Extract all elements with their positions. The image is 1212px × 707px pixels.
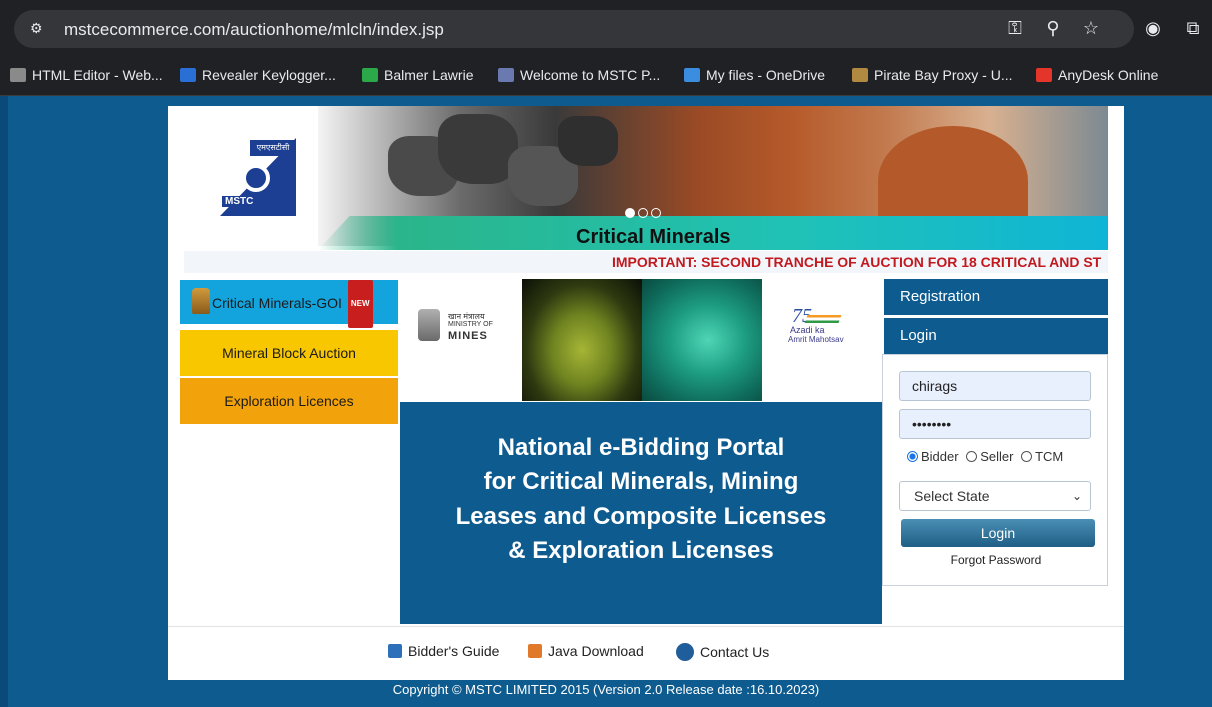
banner-title: Critical Minerals — [576, 226, 731, 248]
extensions-puzzle-icon[interactable]: ⧉ — [1182, 18, 1204, 39]
login-header[interactable]: Login — [884, 318, 1108, 354]
logo-text: MSTC — [222, 196, 257, 207]
menu-exploration-licences[interactable]: Exploration Licences — [180, 378, 398, 424]
zoom-icon[interactable]: ⚲ — [1042, 18, 1064, 39]
portal-title-panel: National e-Bidding Portal for Critical M… — [400, 402, 882, 624]
role-label: Bidder — [921, 449, 959, 464]
role-label: Seller — [980, 449, 1014, 464]
bookmarks-bar: HTML Editor - Web... Revealer Keylogger.… — [0, 56, 1212, 96]
rock-shape — [438, 114, 518, 184]
radio-seller[interactable] — [966, 451, 978, 462]
bookmark-balmer-lawrie[interactable]: Balmer Lawrie — [362, 67, 473, 83]
url-text[interactable]: mstcecommerce.com/auctionhome/mlcln/inde… — [64, 20, 444, 40]
logo-circle-icon — [242, 164, 270, 192]
footer-divider — [168, 626, 1124, 627]
bookmark-anydesk[interactable]: AnyDesk Online — [1036, 67, 1158, 83]
logo-hindi-text: एमएसटीसी — [250, 140, 296, 156]
ministry-of-mines-logo: खान मंत्रालय MINISTRY OF MINES — [400, 279, 522, 399]
browser-address-bar: ⚙ mstcecommerce.com/auctionhome/mlcln/in… — [0, 0, 1212, 56]
menu-critical-minerals-goi[interactable]: Critical Minerals-GOI NEW — [180, 280, 398, 328]
mines-line2: MINES — [448, 330, 488, 342]
java-icon — [528, 644, 542, 658]
password-input[interactable] — [899, 409, 1091, 439]
menu-label: Mineral Block Auction — [222, 345, 356, 361]
extension-icon[interactable]: ◉ — [1142, 18, 1164, 39]
bookmark-favicon-icon — [10, 68, 26, 82]
new-badge: NEW — [347, 280, 373, 328]
portal-title-line: & Exploration Licenses — [508, 537, 774, 564]
bookmark-favicon-icon — [362, 68, 378, 82]
state-select[interactable]: Select State ⌄ — [899, 481, 1091, 511]
bookmark-favicon-icon — [1036, 68, 1052, 82]
role-radio-group: Bidder Seller TCM — [907, 449, 1063, 464]
carousel-dot[interactable] — [638, 208, 648, 218]
site-info-icon[interactable]: ⚙ — [30, 20, 52, 38]
menu-label: Critical Minerals-GOI — [212, 295, 342, 311]
registration-link[interactable]: Registration — [884, 279, 1108, 315]
login-form: Bidder Seller TCM Select State ⌄ Login F… — [882, 354, 1108, 586]
menu-mineral-block-auction[interactable]: Mineral Block Auction — [180, 330, 398, 376]
carousel-dot[interactable] — [625, 208, 635, 218]
role-label: TCM — [1035, 449, 1064, 464]
document-icon — [388, 644, 402, 658]
national-emblem-icon — [418, 309, 440, 341]
bookmark-favicon-icon — [180, 68, 196, 82]
bookmark-favicon-icon — [852, 68, 868, 82]
mines-line1: MINISTRY OF — [448, 321, 493, 328]
bookmark-onedrive[interactable]: My files - OneDrive — [684, 67, 825, 83]
bookmark-pirate-bay[interactable]: Pirate Bay Proxy - U... — [852, 67, 1012, 83]
mstc-logo[interactable]: एमएसटीसी MSTC — [220, 138, 296, 216]
menu-label: Exploration Licences — [224, 393, 354, 409]
azadi-line1: Azadi ka — [790, 325, 825, 335]
forgot-password-link[interactable]: Forgot Password — [883, 553, 1109, 567]
mineral-image-teal — [642, 279, 762, 401]
portal-title-line: Leases and Composite Licenses — [455, 503, 827, 530]
portal-title-line: National e-Bidding Portal — [497, 434, 785, 461]
bookmark-favicon-icon — [684, 68, 700, 82]
contact-icon — [676, 643, 694, 661]
login-button[interactable]: Login — [901, 519, 1095, 547]
bookmark-favicon-icon — [498, 68, 514, 82]
state-select-value: Select State — [914, 488, 990, 504]
azadi-line2: Amrit Mahotsav — [788, 335, 844, 344]
radio-bidder[interactable] — [907, 451, 918, 462]
bookmark-star-icon[interactable]: ☆ — [1080, 18, 1102, 39]
radio-tcm[interactable] — [1021, 451, 1033, 462]
azadi-ka-amrit-mahotsav-logo: 75 Azadi ka Amrit Mahotsav — [762, 279, 882, 399]
window-edge — [0, 96, 8, 707]
copyright-text: Copyright © MSTC LIMITED 2015 (Version 2… — [392, 682, 820, 697]
bookmark-html-editor[interactable]: HTML Editor - Web... — [10, 67, 163, 83]
carousel-dot[interactable] — [651, 208, 661, 218]
portal-title-line: for Critical Minerals, Mining — [483, 468, 799, 495]
page-container: एमएसटीसी MSTC Critical Minerals IMPORTAN… — [168, 106, 1124, 680]
password-key-icon[interactable]: ⚿ — [1004, 18, 1026, 39]
username-input[interactable] — [899, 371, 1091, 401]
contact-us-link[interactable]: Contact Us — [676, 643, 769, 661]
flag-icon — [804, 315, 842, 323]
bookmark-revealer[interactable]: Revealer Keylogger... — [180, 67, 336, 83]
bidders-guide-link[interactable]: Bidder's Guide — [388, 643, 499, 659]
mineral-image-green — [522, 279, 642, 401]
java-download-link[interactable]: Java Download — [528, 643, 644, 659]
carousel-dots[interactable] — [625, 205, 664, 223]
news-ticker[interactable]: IMPORTANT: SECOND TRANCHE OF AUCTION FOR… — [184, 251, 1108, 273]
rock-shape — [558, 116, 618, 166]
ticker-text[interactable]: IMPORTANT: SECOND TRANCHE OF AUCTION FOR… — [612, 254, 1101, 270]
national-emblem-icon — [192, 288, 210, 314]
bookmark-mstc[interactable]: Welcome to MSTC P... — [498, 67, 660, 83]
chevron-down-icon: ⌄ — [1071, 489, 1082, 503]
